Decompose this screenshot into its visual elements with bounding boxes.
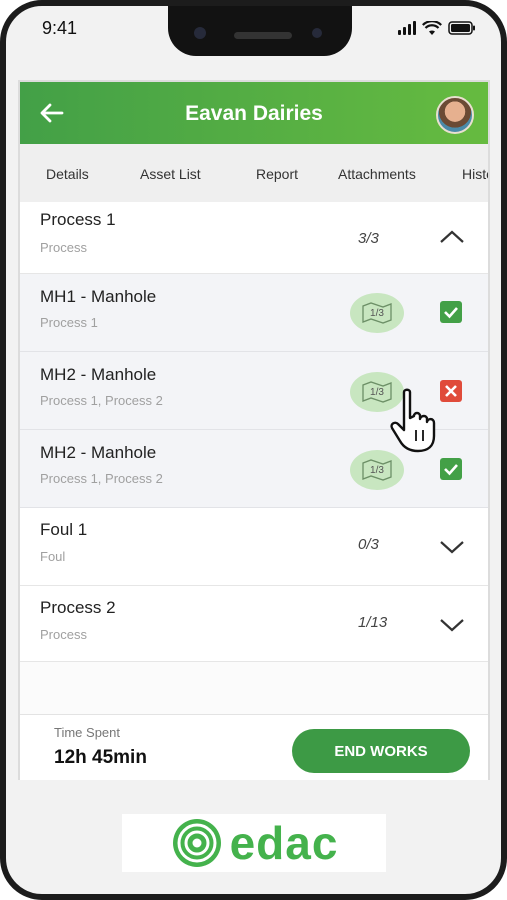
asset-title: MH2 - Manhole (40, 443, 157, 462)
sensor-icon (312, 28, 322, 38)
speaker-grille (234, 32, 292, 39)
group-row-process-1[interactable]: Process 1 Process 3/3 (20, 202, 488, 274)
status-icons (398, 18, 476, 38)
group-subtitle: Process (40, 627, 87, 642)
phone-notch (168, 6, 352, 56)
logo-mark-icon (172, 819, 221, 867)
asset-title: MH1 - Manhole (40, 287, 157, 306)
group-count: 0/3 (358, 536, 379, 553)
avatar[interactable] (436, 96, 474, 134)
page-title: Eavan Dairies (185, 102, 323, 125)
camera-icon (194, 27, 206, 39)
map-label: 1/3 (370, 464, 384, 476)
asset-subtitle: Process 1, Process 2 (40, 471, 163, 486)
asset-row[interactable]: MH1 - Manhole Process 1 1/3 (20, 274, 488, 352)
group-count: 1/13 (358, 614, 388, 631)
group-count: 3/3 (358, 230, 379, 247)
footer-bar: Time Spent 12h 45min END WORKS (20, 714, 488, 780)
status-complete (440, 301, 462, 323)
time-spent-label: Time Spent (54, 725, 120, 740)
asset-subtitle: Process 1 (40, 315, 98, 330)
wifi-icon (422, 20, 442, 35)
map-label: 1/3 (370, 307, 384, 319)
signal-icon (398, 21, 416, 35)
map-label: 1/3 (370, 386, 384, 398)
group-subtitle: Process (40, 240, 87, 255)
status-time: 9:41 (42, 18, 78, 38)
tab-asset-list[interactable]: Asset List (140, 166, 201, 182)
group-subtitle: Foul (40, 549, 66, 564)
end-works-button[interactable]: END WORKS (292, 729, 470, 773)
chevron-up-icon[interactable] (438, 228, 466, 246)
phone-frame: 9:41 Eavan Dairies Details Asset List Re… (0, 0, 507, 900)
group-row-foul-1[interactable]: Foul 1 Foul 0/3 (20, 508, 488, 586)
map-icon[interactable]: 1/3 (350, 293, 404, 333)
map-icon[interactable]: 1/3 (350, 450, 404, 490)
group-title: Process 2 (40, 598, 116, 617)
battery-icon (448, 21, 475, 35)
brand-logo: edac (122, 814, 386, 872)
logo-text: edac (229, 817, 339, 869)
hand-pointer-icon (390, 388, 436, 453)
asset-title: MH2 - Manhole (40, 365, 157, 384)
asset-subtitle: Process 1, Process 2 (40, 393, 163, 408)
list-empty-space (20, 662, 488, 714)
tab-bar: Details Asset List Report Attachments Hi… (20, 144, 488, 202)
status-complete (440, 458, 462, 480)
check-icon (444, 307, 458, 319)
group-row-process-2[interactable]: Process 2 Process 1/13 (20, 586, 488, 662)
time-spent-value: 12h 45min (54, 747, 147, 768)
chevron-down-icon[interactable] (438, 538, 466, 556)
tab-history[interactable]: History (462, 166, 488, 182)
group-title: Foul 1 (40, 520, 88, 539)
tab-details[interactable]: Details (46, 166, 89, 182)
tab-report[interactable]: Report (256, 166, 298, 182)
chevron-down-icon[interactable] (438, 616, 466, 634)
tab-attachments[interactable]: Attachments (338, 166, 416, 182)
check-icon (444, 464, 458, 476)
app-header: Eavan Dairies (20, 82, 488, 144)
app-screen: Eavan Dairies Details Asset List Report … (18, 80, 490, 780)
group-title: Process 1 (40, 210, 116, 229)
